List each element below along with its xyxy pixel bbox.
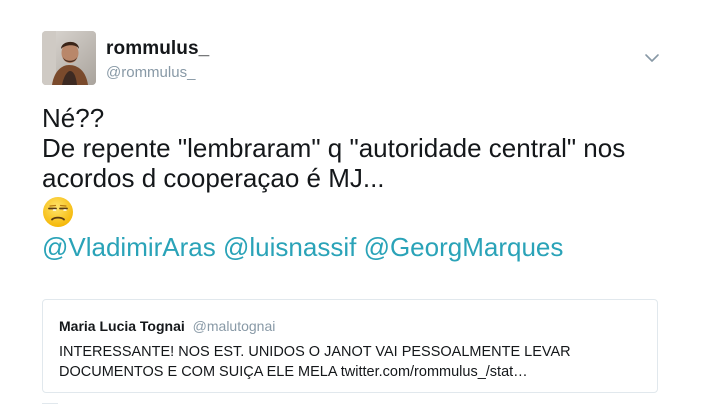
quoted-text-line: INTERESSANTE! NOS EST. UNIDOS O JANOT VA…: [59, 344, 571, 360]
chevron-down-icon: [645, 54, 659, 62]
tweet-card: rommulus_ @rommulus_ Né?? De repente "le…: [0, 0, 701, 404]
avatar-image: [42, 31, 96, 85]
tweet-text: Né?? De repente "lembraram" q "autoridad…: [42, 103, 682, 262]
tweet-text-line: acordos d cooperaçao é MJ...: [42, 163, 385, 193]
mention-link[interactable]: @luisnassif: [223, 232, 356, 262]
tweet-menu-button[interactable]: [642, 48, 662, 68]
mention-link[interactable]: @GeorgMarques: [364, 232, 564, 262]
mention-link[interactable]: @VladimirAras: [42, 232, 216, 262]
unamused-face-emoji: [43, 197, 73, 227]
tweet-mentions: @VladimirAras @luisnassif @GeorgMarques: [42, 232, 682, 262]
quoted-tweet-header: Maria Lucia Tognai @malutognai: [59, 318, 275, 334]
quoted-tweet-text: INTERESSANTE! NOS EST. UNIDOS O JANOT VA…: [59, 342, 649, 382]
quoted-text-line: DOCUMENTOS E COM SUIÇA ELE MELA twitter.…: [59, 364, 528, 380]
author-handle[interactable]: @rommulus_: [106, 64, 195, 81]
avatar[interactable]: [42, 31, 96, 85]
tweet-text-line: De repente "lembraram" q "autoridade cen…: [42, 133, 626, 163]
quoted-author-handle[interactable]: @malutognai: [193, 318, 276, 334]
author-display-name[interactable]: rommulus_: [106, 38, 209, 60]
quoted-author-name[interactable]: Maria Lucia Tognai: [59, 318, 185, 334]
tweet-text-line: Né??: [42, 103, 105, 133]
quoted-tweet[interactable]: Maria Lucia Tognai @malutognai INTERESSA…: [42, 299, 658, 393]
